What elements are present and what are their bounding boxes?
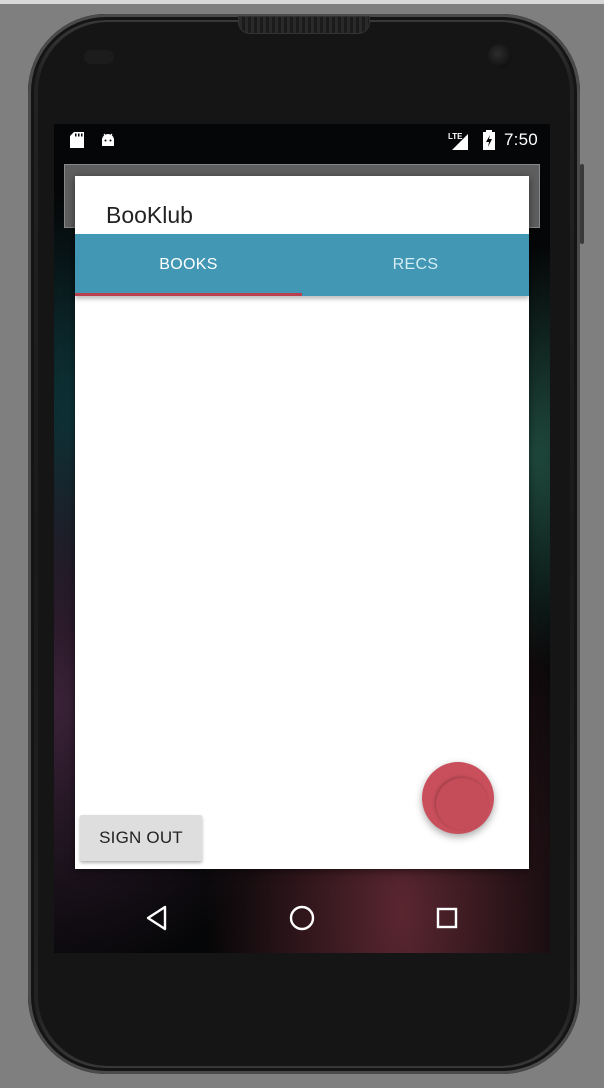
proximity-sensor [84, 50, 114, 64]
lte-signal-icon: LTE [448, 130, 472, 150]
tab-recs-label: RECS [392, 256, 439, 273]
add-fab-icon [436, 778, 488, 830]
tab-selection-indicator [75, 293, 302, 296]
sign-out-label: SIGN OUT [99, 828, 183, 847]
home-icon[interactable] [287, 903, 317, 933]
device-screen: LTE 7:50 BooKlub BOOKS RECS SIGN OUT [54, 124, 550, 953]
power-button [580, 164, 584, 244]
status-bar: LTE 7:50 [54, 124, 550, 156]
sd-card-icon [70, 132, 84, 148]
tab-bar: BOOKS RECS [75, 234, 529, 296]
back-icon[interactable] [142, 903, 172, 933]
window-top-edge [0, 0, 604, 4]
sign-out-button[interactable]: SIGN OUT [80, 815, 202, 861]
main-card: BooKlub BOOKS RECS SIGN OUT [75, 176, 529, 869]
tab-books[interactable]: BOOKS [75, 234, 302, 296]
speaker-grille [238, 16, 370, 34]
svg-text:LTE: LTE [448, 132, 463, 141]
android-debug-icon [100, 132, 114, 148]
tab-books-label: BOOKS [159, 256, 218, 273]
app-title: BooKlub [106, 202, 193, 228]
recents-icon[interactable] [432, 903, 462, 933]
tab-recs[interactable]: RECS [302, 234, 529, 296]
navigation-bar [54, 883, 550, 953]
battery-charging-icon [482, 130, 496, 150]
front-camera [488, 44, 512, 68]
floating-action-button[interactable] [422, 762, 494, 834]
status-time: 7:50 [504, 130, 538, 149]
